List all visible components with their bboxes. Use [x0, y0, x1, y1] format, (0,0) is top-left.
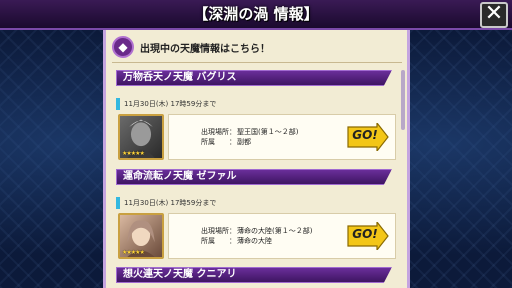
boss-name: 運命流転ノ天魔 ゼファル: [116, 169, 392, 185]
location-label: 出現場所：: [201, 227, 236, 235]
boss-detail: 出現場所：薄命の大陸(第１～２部) 所属 ：薄命の大陸 GO!: [168, 213, 396, 259]
close-button[interactable]: ✕: [480, 2, 508, 28]
info-panel: ◆ 出現中の天魔情報はこちら！ 万物呑天ノ天魔 バグリス 11月30日(木) 1…: [103, 30, 410, 288]
deadline-text: 11月30日(木) 17時59分まで: [124, 100, 217, 108]
boss-detail: 出現場所：聖王国(第１～２部) 所属 ：副都 GO!: [168, 114, 396, 160]
date-marker: [116, 98, 120, 110]
affiliation-label: 所属 ：: [201, 237, 236, 245]
affiliation-label: 所属 ：: [201, 138, 236, 146]
date-marker: [116, 197, 120, 209]
info-heading-text: 出現中の天魔情報はこちら！: [140, 43, 270, 55]
divider: [112, 62, 402, 63]
boss-name: 想火連天ノ天魔 クニアリ: [116, 267, 392, 283]
boss-portrait: ★★★★★: [118, 213, 164, 259]
boss-name: 万物呑天ノ天魔 バグリス: [116, 70, 392, 86]
rarity-stars: ★★★★★: [122, 249, 145, 256]
location-value: 聖王国(第１～２部): [237, 128, 299, 136]
boss-card: 運命流転ノ天魔 ゼファル 11月30日(木) 17時59分まで ★★★★★ 出現…: [116, 169, 396, 267]
emblem-icon: ◆: [112, 36, 134, 58]
boss-card: 万物呑天ノ天魔 バグリス 11月30日(木) 17時59分まで ★★★★★ 出現…: [116, 70, 396, 168]
affiliation-value: 副都: [237, 138, 251, 146]
go-button[interactable]: GO!: [347, 123, 389, 151]
location-label: 出現場所：: [201, 128, 236, 136]
go-label: GO!: [352, 128, 378, 142]
go-button[interactable]: GO!: [347, 222, 389, 250]
affiliation-value: 薄命の大陸: [237, 237, 272, 245]
location-value: 薄命の大陸(第１～２部): [237, 227, 313, 235]
close-icon: ✕: [484, 1, 504, 26]
deadline-row: 11月30日(木) 17時59分まで: [116, 197, 216, 209]
info-heading: ◆ 出現中の天魔情報はこちら！: [112, 34, 402, 60]
go-label: GO!: [352, 227, 378, 241]
deadline-text: 11月30日(木) 17時59分まで: [124, 199, 217, 207]
page-title: 【深淵の渦 情報】: [193, 5, 319, 23]
scrollbar[interactable]: [401, 70, 405, 130]
deadline-row: 11月30日(木) 17時59分まで: [116, 98, 216, 110]
boss-portrait: ★★★★★: [118, 114, 164, 160]
rarity-stars: ★★★★★: [122, 150, 145, 157]
